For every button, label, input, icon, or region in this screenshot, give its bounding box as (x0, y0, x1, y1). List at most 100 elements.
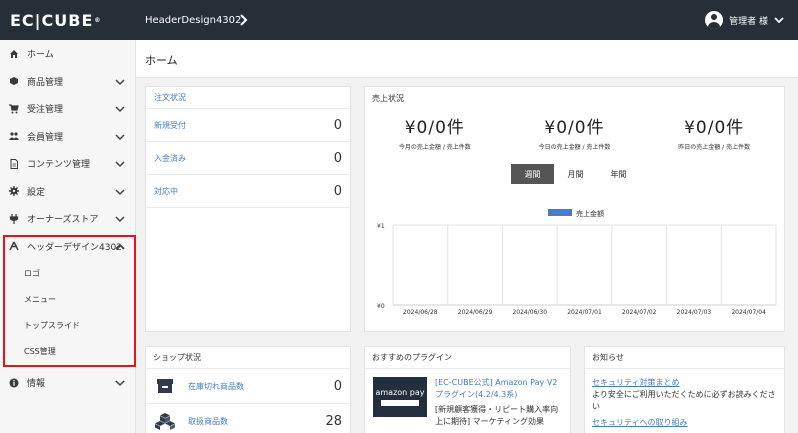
sales-yesterday: ¥0/0件 昨日の売上金額 / 売上件数 (644, 113, 784, 151)
chevron-down-icon (115, 188, 125, 195)
sidebar-item-label: 会員管理 (27, 132, 64, 143)
tab-monthly[interactable]: 月間 (554, 164, 597, 184)
shop-row-out-of-stock[interactable]: 在庫切れ商品数 0 (146, 369, 350, 404)
order-status-heading[interactable]: 注文状況 (154, 92, 186, 103)
chevron-down-icon (115, 106, 125, 113)
y-tick-label: ¥1 (377, 223, 385, 230)
shop-row-value: 0 (333, 378, 342, 394)
sidebar-item-label: ヘッダーデザイン4302 (27, 242, 122, 253)
chevron-right-icon[interactable] (236, 12, 252, 28)
sidebar-item-header-design[interactable]: ヘッダーデザイン4302 (0, 233, 135, 261)
sales-value: ¥0/0件 (404, 118, 465, 138)
sidebar-item-products[interactable]: 商品管理 (0, 68, 135, 96)
user-avatar-icon (705, 11, 724, 29)
shop-row-value: 28 (325, 413, 342, 429)
sales-status-heading: 売上状況 (372, 93, 404, 103)
news-card: お知らせ セキュリティ対策まとめ より安全にご利用いただくために必ずお読みくださ… (584, 346, 785, 433)
sidebar-item-label: オーナーズストア (27, 215, 99, 226)
news-link-efforts[interactable]: セキュリティへの取り組み (585, 417, 784, 429)
chevron-down-icon (115, 161, 125, 168)
x-tick-label: 2024/07/03 (677, 309, 712, 316)
order-row-value: 0 (333, 117, 342, 133)
chevron-down-icon (115, 380, 125, 387)
order-row-label[interactable]: 対応中 (154, 186, 178, 197)
sidebar-item-contents[interactable]: コンテンツ管理 (0, 150, 135, 178)
order-row-in-progress[interactable]: 対応中 0 (146, 175, 350, 208)
sidebar-item-home[interactable]: ホーム (0, 40, 135, 68)
sidebar-subitem-top-slide[interactable]: トップスライド (0, 312, 135, 338)
shop-row-products[interactable]: 取扱商品数 28 (146, 404, 350, 433)
sidebar-item-label: 設定 (27, 187, 46, 198)
sales-chart: 売上金額 ¥1 ¥0 2024/06/28 2024/06/29 2024/06/30 20… (377, 209, 777, 316)
sidebar-item-label: 情報 (27, 379, 46, 390)
sidebar-subitem-menu[interactable]: メニュー (0, 286, 135, 312)
plugin-text: [EC-CUBE公式] Amazon Pay V2プラグイン(4.2/4.3系)… (435, 377, 565, 428)
sales-caption: 昨日の売上金額 / 売上件数 (678, 144, 751, 151)
sidebar-item-settings[interactable]: 設定 (0, 178, 135, 206)
x-tick-label: 2024/07/04 (731, 309, 766, 316)
chevron-down-icon (115, 216, 125, 223)
cube-icon (9, 76, 19, 86)
order-row-paid[interactable]: 入金済み 0 (146, 142, 350, 175)
sales-caption: 今日の売上金額 / 売上件数 (538, 144, 611, 151)
sidebar-subitem-css[interactable]: CSS管理 (0, 338, 135, 364)
sidebar-item-owners-store[interactable]: オーナーズストア (0, 205, 135, 233)
tab-weekly[interactable]: 週間 (511, 164, 554, 184)
amazon-pay-image[interactable]: amazon pay (373, 377, 427, 417)
hierarchy-icon (9, 241, 19, 251)
order-status-head-row: 注文状況 (146, 87, 350, 109)
sidebar-item-label: 商品管理 (27, 77, 64, 88)
home-icon (9, 49, 19, 59)
sidebar-item-label: 受注管理 (27, 105, 64, 116)
plug-icon (9, 213, 19, 224)
sidebar-item-customers[interactable]: 会員管理 (0, 123, 135, 151)
sales-caption: 今月の売上金額 / 売上件数 (398, 144, 471, 151)
users-icon (9, 131, 19, 141)
boxes-icon (154, 410, 176, 432)
gear-icon (9, 186, 19, 197)
order-row-new[interactable]: 新規受付 0 (146, 109, 350, 142)
sidebar-item-info[interactable]: 情報 (0, 369, 135, 397)
x-tick-label: 2024/06/28 (403, 309, 438, 316)
recommended-plugins-card: おすすめのプラグイン amazon pay [EC-CUBE公式] Amazon… (364, 346, 571, 433)
order-row-value: 0 (333, 183, 342, 199)
news-text: より安全にご利用いただくために必ずお読みください (592, 390, 776, 411)
tab-yearly[interactable]: 年間 (597, 164, 640, 184)
chart-legend-label: 売上金額 (576, 209, 604, 218)
sales-today: ¥0/0件 今日の売上金額 / 売上件数 (505, 113, 645, 151)
shop-row-label[interactable]: 在庫切れ商品数 (188, 381, 244, 392)
plugin-description: [新規顧客獲得・リピート購入率向上に期待] マーケティング効果 (435, 405, 559, 426)
top-header: EC|CUBE ® HeaderDesign4302 管理者 様 (0, 0, 798, 40)
logo-text: EC|CUBE (10, 10, 94, 30)
cart-icon (9, 104, 19, 114)
page-title-bar: ホーム (136, 40, 798, 78)
page-title: ホーム (145, 54, 178, 67)
sales-summary: ¥0/0件 今月の売上金額 / 売上件数 ¥0/0件 今日の売上金額 / 売上件… (365, 109, 784, 151)
order-row-label[interactable]: 入金済み (154, 153, 186, 164)
sidebar-item-orders[interactable]: 受注管理 (0, 95, 135, 123)
shop-name-link[interactable]: HeaderDesign4302 (145, 0, 241, 40)
plugin-title-link[interactable]: [EC-CUBE公式] Amazon Pay V2プラグイン(4.2/4.3系) (435, 377, 565, 401)
sales-period-toggle: 週間 月間 年間 (511, 164, 640, 184)
x-tick-label: 2024/06/29 (458, 309, 493, 316)
chevron-down-icon (115, 78, 125, 85)
order-row-value: 0 (333, 150, 342, 166)
user-menu[interactable]: 管理者 様 (705, 0, 784, 40)
news-link-security[interactable]: セキュリティ対策まとめ (585, 377, 784, 389)
sidebar-item-label: コンテンツ管理 (27, 160, 91, 171)
x-tick-label: 2024/07/02 (622, 309, 657, 316)
box-icon (154, 375, 176, 397)
order-row-label[interactable]: 新規受付 (154, 120, 186, 131)
sales-value: ¥0/0件 (684, 118, 745, 138)
ec-cube-logo[interactable]: EC|CUBE ® (10, 10, 101, 30)
file-icon (9, 158, 19, 169)
chevron-down-icon (115, 133, 125, 140)
y-tick-label: ¥0 (377, 303, 385, 310)
sidebar-item-label: ホーム (27, 50, 54, 61)
shop-row-label[interactable]: 取扱商品数 (188, 416, 228, 427)
plugin-image-stripe (381, 400, 419, 406)
sidebar: ホーム 商品管理 受注管理 会員管理 コンテンツ管理 設定 オーナーズストア ヘ… (0, 40, 136, 433)
sidebar-subitem-logo[interactable]: ロゴ (0, 260, 135, 286)
news-heading: お知らせ (585, 347, 784, 369)
logo-reg-mark: ® (94, 16, 102, 24)
